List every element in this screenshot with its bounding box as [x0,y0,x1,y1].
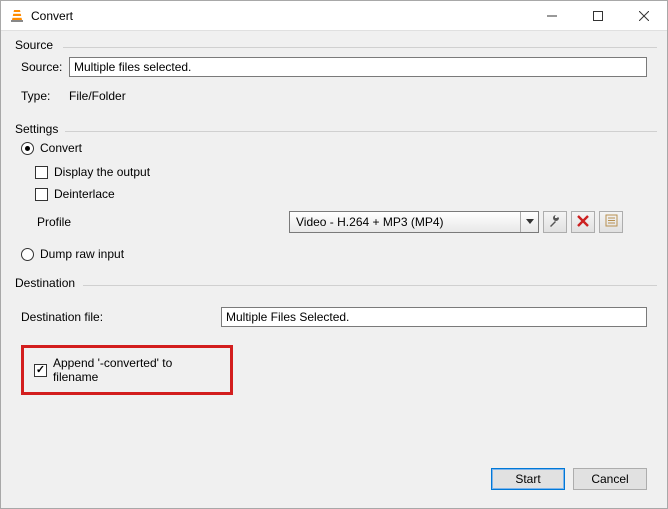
divider [65,131,657,132]
source-label: Source: [21,60,69,74]
profile-row: Profile Video - H.264 + MP3 (MP4) [21,211,647,233]
profile-combobox[interactable]: Video - H.264 + MP3 (MP4) [289,211,539,233]
type-label: Type: [21,89,69,103]
delete-profile-button[interactable] [571,211,595,233]
divider [83,285,657,286]
dialog-buttons: Start Cancel [11,458,657,500]
convert-radio-label: Convert [40,141,82,155]
dump-raw-label: Dump raw input [40,247,124,261]
source-group: Source Source: Type: File/Folder [11,39,657,117]
divider [63,47,657,48]
start-button[interactable]: Start [491,468,565,490]
destination-file-label: Destination file: [21,310,221,324]
edit-profile-button[interactable] [543,211,567,233]
append-converted-checkbox[interactable]: Append '-converted' to filename [34,356,220,384]
delete-icon [577,215,589,230]
source-group-label: Source [13,38,55,52]
radio-icon [21,142,34,155]
window-controls [529,1,667,30]
deinterlace-checkbox[interactable]: Deinterlace [35,187,647,201]
radio-icon [21,248,34,261]
source-row: Source: [21,57,647,77]
profile-value: Video - H.264 + MP3 (MP4) [296,215,444,229]
wrench-icon [548,214,562,231]
dialog-content: Source Source: Type: File/Folder Setting… [1,31,667,508]
type-value: File/Folder [69,89,126,103]
settings-group: Settings Convert Display the output Dein… [11,123,657,271]
dump-raw-radio[interactable]: Dump raw input [21,247,647,261]
convert-dialog: Convert Source Source: Type: File/Fo [0,0,668,509]
settings-group-label: Settings [13,122,60,136]
vlc-icon [9,8,25,24]
destination-file-input[interactable] [221,307,647,327]
cancel-button[interactable]: Cancel [573,468,647,490]
append-converted-label: Append '-converted' to filename [53,356,220,384]
destination-file-row: Destination file: [21,307,647,327]
titlebar: Convert [1,1,667,31]
source-input[interactable] [69,57,647,77]
destination-group-label: Destination [13,276,77,290]
new-profile-button[interactable] [599,211,623,233]
highlight-annotation: Append '-converted' to filename [21,345,233,395]
minimize-button[interactable] [529,1,575,30]
profile-label: Profile [21,215,289,229]
window-title: Convert [31,9,529,23]
new-profile-icon [605,214,618,230]
checkbox-icon [35,188,48,201]
checkbox-icon [34,364,47,377]
close-button[interactable] [621,1,667,30]
display-output-checkbox[interactable]: Display the output [35,165,647,179]
type-row: Type: File/Folder [21,89,647,103]
chevron-down-icon [520,212,538,232]
deinterlace-label: Deinterlace [54,187,115,201]
convert-radio[interactable]: Convert [21,141,647,155]
destination-group: Destination Destination file: Append '-c… [11,277,657,405]
maximize-button[interactable] [575,1,621,30]
display-output-label: Display the output [54,165,150,179]
checkbox-icon [35,166,48,179]
